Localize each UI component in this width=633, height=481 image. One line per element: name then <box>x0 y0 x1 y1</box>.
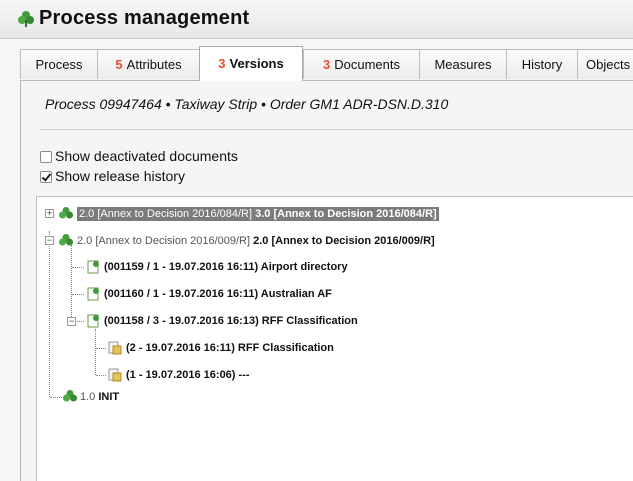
tab-attributes[interactable]: 5 Attributes <box>97 49 200 79</box>
tab-count: 3 <box>218 56 226 71</box>
document-icon <box>87 314 99 328</box>
clover-icon <box>18 11 34 27</box>
version-tree[interactable]: + 2.0 [Annex to Decision 2016/084/R] 3.0… <box>36 196 633 481</box>
process-subtitle: Process 09947464 • Taxiway Strip • Order… <box>45 96 449 112</box>
tree-item-document[interactable]: (001160 / 1 - 19.07.2016 16:11) Australi… <box>104 285 332 305</box>
tree-connector <box>72 294 84 295</box>
tab-count: 3 <box>323 57 331 72</box>
clover-icon <box>59 234 73 246</box>
tab-versions[interactable]: 3 Versions <box>199 46 303 81</box>
tab-documents[interactable]: 3 Documents <box>303 49 420 79</box>
show-release-history-checkbox[interactable]: Show release history <box>40 168 185 186</box>
tree-connector <box>71 245 72 323</box>
tree-connector <box>49 231 50 397</box>
tab-process[interactable]: Process <box>20 49 98 79</box>
tree-connector <box>96 348 106 349</box>
selection-highlight: 2.0 [Annex to Decision 2016/084/R] 3.0 [… <box>77 207 439 221</box>
window-title: Process management <box>39 7 250 29</box>
document-icon <box>87 287 99 301</box>
checkbox-box-checked[interactable] <box>40 171 52 183</box>
tree-item-version-1-0[interactable]: 1.0 INIT <box>80 388 119 408</box>
document-revision-icon <box>108 341 122 355</box>
tree-item-version-3-0[interactable]: 2.0 [Annex to Decision 2016/084/R] 3.0 [… <box>77 205 439 225</box>
tree-connector <box>72 267 84 268</box>
expand-toggle[interactable]: + <box>45 209 54 218</box>
tree-item-revision[interactable]: (1 - 19.07.2016 16:06) --- <box>126 366 250 386</box>
show-deactivated-checkbox[interactable]: Show deactivated documents <box>40 148 238 166</box>
tree-connector <box>95 329 96 375</box>
tree-connector <box>50 397 62 398</box>
tab-objects[interactable]: Objects <box>577 49 633 79</box>
tree-item-revision[interactable]: (2 - 19.07.2016 16:11) RFF Classificatio… <box>126 339 334 359</box>
tab-bar: Process 5 Attributes 3 Versions 3 Documents… <box>20 46 633 81</box>
collapse-toggle[interactable]: − <box>67 317 76 326</box>
collapse-toggle[interactable]: − <box>45 236 54 245</box>
tab-measures[interactable]: Measures <box>419 49 507 79</box>
checkbox-box[interactable] <box>40 151 52 163</box>
tree-item-document[interactable]: (001159 / 1 - 19.07.2016 16:11) Airport … <box>104 258 348 278</box>
document-revision-icon <box>108 368 122 382</box>
clover-icon <box>63 390 77 402</box>
tree-connector <box>96 375 106 376</box>
tab-history[interactable]: History <box>506 49 578 79</box>
document-icon <box>87 260 99 274</box>
tree-item-document[interactable]: (001158 / 3 - 19.07.2016 16:13) RFF Clas… <box>104 312 358 332</box>
tree-connector <box>77 321 84 322</box>
title-bar: Process management <box>0 0 633 39</box>
clover-icon <box>59 207 73 219</box>
tree-item-version-2-0[interactable]: 2.0 [Annex to Decision 2016/009/R] 2.0 [… <box>77 232 435 252</box>
divider <box>40 129 633 130</box>
tab-count: 5 <box>115 57 123 72</box>
